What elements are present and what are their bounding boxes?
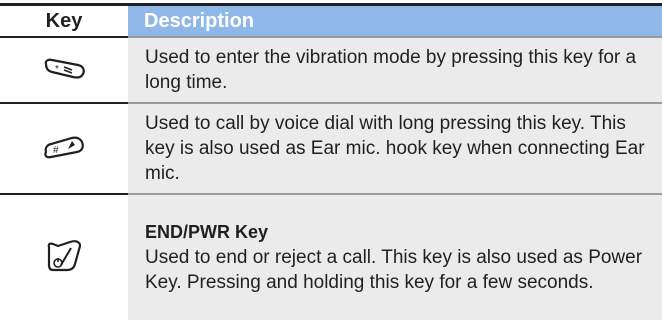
description-cell: Used to call by voice dial with long pre… (128, 102, 662, 194)
description-cell: Used to enter the vibration mode by pres… (128, 36, 662, 103)
description-cell: END/PWR Key Used to end or reject a call… (128, 193, 662, 320)
key-cell: # (0, 102, 128, 194)
table-row: # Used to call by voice dial with long p… (0, 102, 662, 194)
key-description-table: Key Description * Used to enter the vibr… (0, 6, 662, 320)
table-row: END/PWR Key Used to end or reject a call… (0, 193, 662, 320)
end-power-key-icon (44, 238, 84, 277)
svg-text:#: # (53, 145, 59, 156)
key-title: END/PWR Key (145, 222, 269, 242)
table-row: * Used to enter the vibration mode by pr… (0, 36, 662, 103)
key-cell: * (0, 36, 128, 103)
star-vibration-key-icon: * (42, 55, 86, 86)
key-column-header: Key (0, 6, 128, 37)
hash-voice-dial-key-icon: # (42, 132, 86, 165)
table-header-row: Key Description (0, 6, 662, 37)
description-column-header: Description (128, 6, 662, 37)
description-text: Used to end or reject a call. This key i… (145, 247, 643, 293)
key-cell (0, 193, 128, 320)
svg-text:*: * (55, 64, 59, 75)
